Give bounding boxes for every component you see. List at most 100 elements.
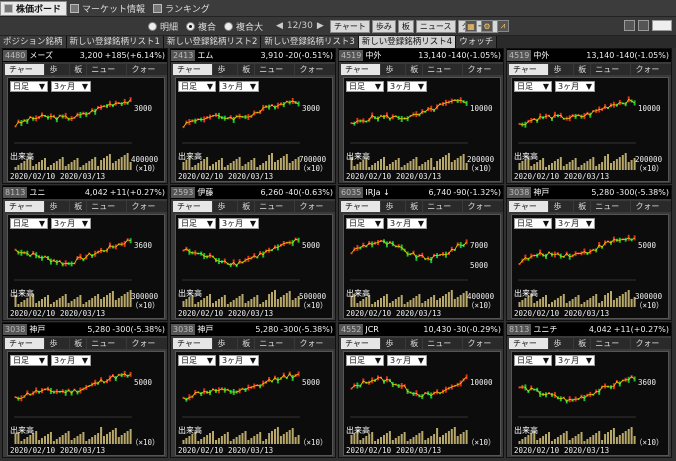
watchlist-tab-0[interactable]: ポジション銘柄 — [0, 36, 67, 48]
panel-tab-4[interactable]: クォート — [295, 64, 335, 85]
watchlist-tab-1[interactable]: 新しい登録銘柄リスト1 — [66, 36, 164, 48]
bulk-button-0[interactable]: チャート — [330, 20, 370, 33]
grid-layout-icon[interactable]: ▦ — [465, 20, 477, 32]
period-select[interactable]: 日足 ▼ — [178, 218, 216, 229]
panel-tab-1[interactable]: 歩み — [381, 64, 406, 85]
chart-type-icon[interactable]: ⩘ — [497, 20, 509, 32]
stock-name[interactable]: 中外 — [365, 50, 395, 61]
panel-tab-0[interactable]: チャート — [173, 64, 213, 85]
size-select[interactable] — [652, 20, 672, 31]
panel-tab-4[interactable]: クォート — [463, 201, 503, 222]
stock-name[interactable]: メーズ — [29, 50, 59, 61]
period-select[interactable]: 日足 ▼ — [10, 218, 48, 229]
stock-name[interactable]: 伊藤 — [197, 187, 227, 198]
panel-tab-2[interactable]: 板 — [70, 201, 87, 212]
stock-name[interactable]: 神戸 — [29, 324, 59, 335]
panel-tab-3[interactable]: ニュース — [423, 201, 463, 222]
stock-name[interactable]: エム — [197, 50, 227, 61]
panel-tab-1[interactable]: 歩み — [381, 201, 406, 222]
panel-tab-1[interactable]: 歩み — [45, 338, 70, 359]
panel-tab-2[interactable]: 板 — [406, 338, 423, 349]
panel-tab-2[interactable]: 板 — [574, 64, 591, 75]
panel-tab-0[interactable]: チャート — [5, 338, 45, 359]
panel-tab-4[interactable]: クォート — [463, 338, 503, 359]
bulk-button-2[interactable]: 板 — [397, 20, 414, 33]
stock-name[interactable]: ユニチ — [533, 324, 563, 335]
panel-tab-3[interactable]: ニュース — [87, 201, 127, 222]
panel-tab-2[interactable]: 板 — [70, 338, 87, 349]
period-select[interactable]: 日足 ▼ — [514, 218, 552, 229]
main-tab-2[interactable]: ランキング — [150, 1, 215, 16]
panel-tab-2[interactable]: 板 — [238, 201, 255, 212]
view-radio-2[interactable]: 複合大 — [224, 20, 263, 33]
panel-tab-3[interactable]: ニュース — [255, 64, 295, 85]
range-select[interactable]: 3ヶ月 ▼ — [387, 218, 427, 229]
panel-tab-4[interactable]: クォート — [463, 64, 503, 85]
columns-icon[interactable] — [638, 20, 649, 31]
panel-tab-2[interactable]: 板 — [574, 201, 591, 212]
stock-name[interactable]: 神戸 — [533, 187, 563, 198]
panel-tab-0[interactable]: チャート — [5, 201, 45, 222]
panel-tab-3[interactable]: ニュース — [591, 338, 631, 359]
watchlist-tab-4[interactable]: 新しい登録銘柄リスト4 — [358, 36, 457, 48]
range-select[interactable]: 3ヶ月 ▼ — [555, 218, 595, 229]
main-tab-1[interactable]: マーケット情報 — [67, 1, 150, 16]
panel-tab-4[interactable]: クォート — [631, 201, 671, 222]
pager-next-icon[interactable]: ▶ — [317, 21, 324, 31]
panel-tab-1[interactable]: 歩み — [213, 64, 238, 85]
period-select[interactable]: 日足 ▼ — [346, 81, 384, 92]
range-select[interactable]: 3ヶ月 ▼ — [387, 355, 427, 366]
panel-tab-4[interactable]: クォート — [127, 201, 167, 222]
panel-tab-3[interactable]: ニュース — [255, 338, 295, 359]
panel-tab-0[interactable]: チャート — [173, 338, 213, 359]
range-select[interactable]: 3ヶ月 ▼ — [51, 355, 91, 366]
panel-tab-0[interactable]: チャート — [509, 338, 549, 359]
stock-name[interactable]: JCR — [365, 325, 395, 334]
settings-icon[interactable]: ⚙ — [481, 20, 493, 32]
panel-tab-3[interactable]: ニュース — [255, 201, 295, 222]
period-select[interactable]: 日足 ▼ — [346, 218, 384, 229]
panel-tab-0[interactable]: チャート — [509, 201, 549, 222]
panel-tab-0[interactable]: チャート — [341, 201, 381, 222]
main-tab-0[interactable]: 株価ボード — [0, 0, 68, 16]
period-select[interactable]: 日足 ▼ — [178, 81, 216, 92]
panel-tab-3[interactable]: ニュース — [423, 338, 463, 359]
watchlist-tab-3[interactable]: 新しい登録銘柄リスト3 — [261, 36, 359, 48]
range-select[interactable]: 3ヶ月 ▼ — [219, 355, 259, 366]
range-select[interactable]: 3ヶ月 ▼ — [51, 218, 91, 229]
panel-tab-3[interactable]: ニュース — [591, 64, 631, 85]
panel-tab-4[interactable]: クォート — [631, 338, 671, 359]
period-select[interactable]: 日足 ▼ — [178, 355, 216, 366]
period-select[interactable]: 日足 ▼ — [514, 355, 552, 366]
panel-tab-1[interactable]: 歩み — [45, 201, 70, 222]
panel-tab-2[interactable]: 板 — [238, 64, 255, 75]
range-select[interactable]: 3ヶ月 ▼ — [219, 81, 259, 92]
watchlist-tab-2[interactable]: 新しい登録銘柄リスト2 — [163, 36, 262, 48]
range-select[interactable]: 3ヶ月 ▼ — [387, 81, 427, 92]
panel-tab-1[interactable]: 歩み — [213, 338, 238, 359]
pager-prev-icon[interactable]: ◀ — [276, 21, 283, 31]
panel-tab-0[interactable]: チャート — [509, 64, 549, 85]
period-select[interactable]: 日足 ▼ — [346, 355, 384, 366]
period-select[interactable]: 日足 ▼ — [514, 81, 552, 92]
panel-tab-1[interactable]: 歩み — [549, 64, 574, 85]
panel-tab-3[interactable]: ニュース — [423, 64, 463, 85]
panel-tab-0[interactable]: チャート — [173, 201, 213, 222]
bulk-button-3[interactable]: ニュース — [415, 20, 456, 33]
panel-tab-2[interactable]: 板 — [70, 64, 87, 75]
watchlist-tab-5[interactable]: ウォッチ — [456, 36, 498, 48]
stock-name[interactable]: 神戸 — [197, 324, 227, 335]
panel-tab-0[interactable]: チャート — [5, 64, 45, 85]
panel-tab-1[interactable]: 歩み — [549, 338, 574, 359]
view-radio-0[interactable]: 明細 — [148, 20, 178, 33]
layout-toggle-icon[interactable] — [624, 20, 635, 31]
panel-tab-2[interactable]: 板 — [406, 64, 423, 75]
period-select[interactable]: 日足 ▼ — [10, 81, 48, 92]
panel-tab-3[interactable]: ニュース — [87, 64, 127, 85]
panel-tab-1[interactable]: 歩み — [45, 64, 70, 85]
range-select[interactable]: 3ヶ月 ▼ — [555, 81, 595, 92]
period-select[interactable]: 日足 ▼ — [10, 355, 48, 366]
panel-tab-4[interactable]: クォート — [127, 338, 167, 359]
panel-tab-2[interactable]: 板 — [238, 338, 255, 349]
panel-tab-1[interactable]: 歩み — [381, 338, 406, 359]
